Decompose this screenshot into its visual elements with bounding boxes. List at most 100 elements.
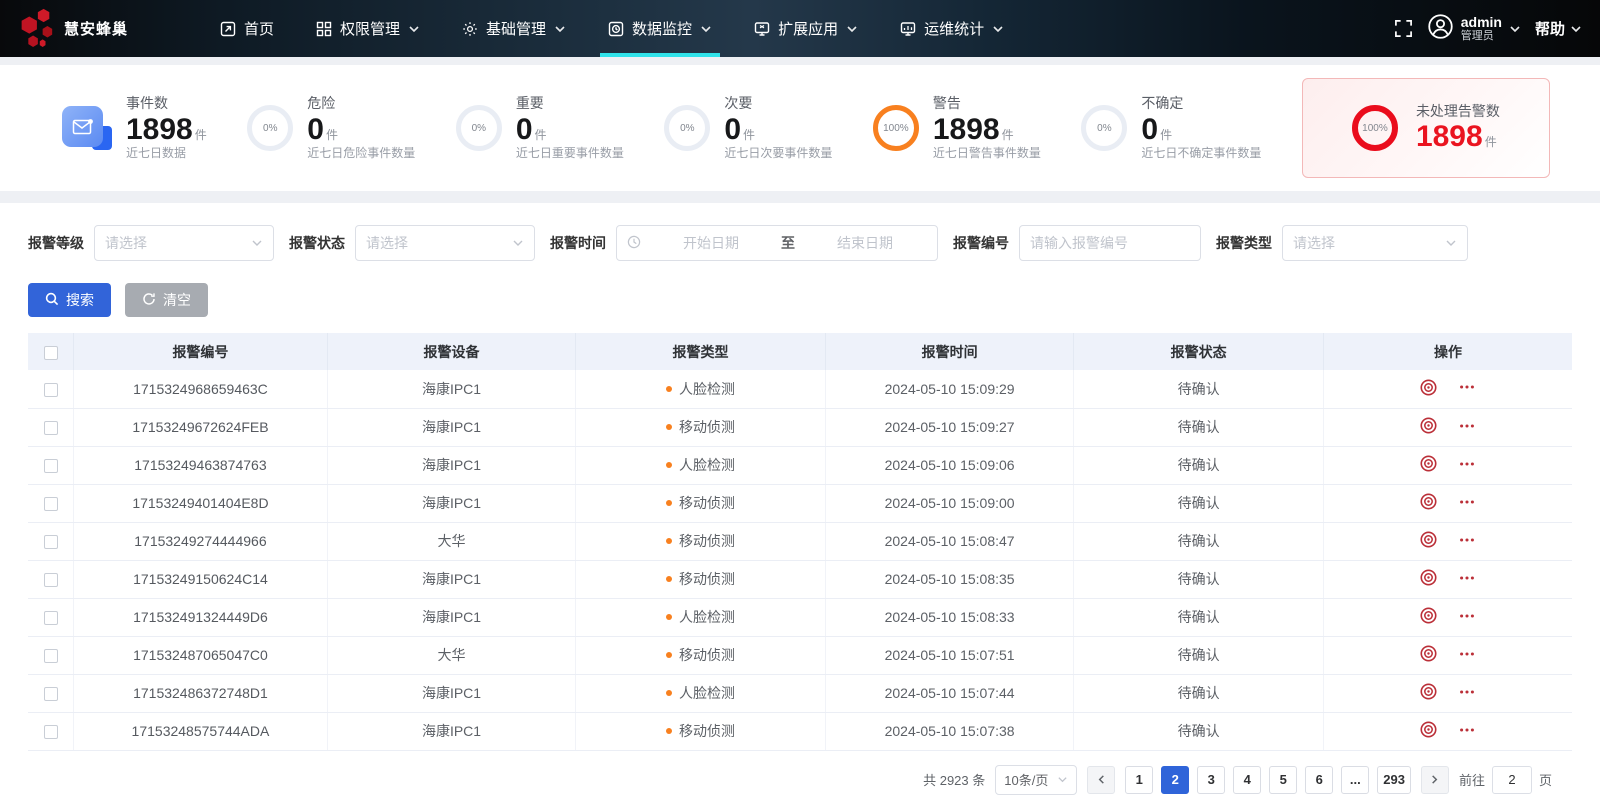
view-eye-icon[interactable] bbox=[1419, 682, 1438, 701]
clear-button[interactable]: 清空 bbox=[125, 283, 208, 317]
device-cell: 海康IPC1 bbox=[327, 712, 576, 750]
more-actions-icon[interactable] bbox=[1458, 645, 1476, 663]
row-checkbox[interactable] bbox=[44, 497, 58, 511]
status-cell: 待确认 bbox=[1074, 636, 1324, 674]
row-checkbox[interactable] bbox=[44, 573, 58, 587]
ops-cell bbox=[1323, 370, 1572, 408]
page-number-list: 123456... 293 bbox=[1125, 766, 1411, 794]
date-range-picker[interactable]: 开始日期 至 结束日期 bbox=[616, 225, 938, 261]
more-actions-icon[interactable] bbox=[1458, 531, 1476, 549]
page-number-button[interactable]: 4 bbox=[1233, 766, 1261, 794]
filter-type-select[interactable]: 请选择 bbox=[1282, 225, 1468, 261]
more-actions-icon[interactable] bbox=[1458, 721, 1476, 739]
page-ellipsis-button[interactable]: ... bbox=[1341, 766, 1369, 794]
view-eye-icon[interactable] bbox=[1419, 492, 1438, 511]
view-eye-icon[interactable] bbox=[1419, 378, 1438, 397]
fullscreen-icon[interactable] bbox=[1394, 19, 1413, 38]
stat-subtitle: 近七日数据 bbox=[126, 146, 207, 161]
row-checkbox[interactable] bbox=[44, 459, 58, 473]
more-actions-icon[interactable] bbox=[1458, 683, 1476, 701]
time-cell: 2024-05-10 15:09:29 bbox=[825, 370, 1074, 408]
filter-level-select[interactable]: 请选择 bbox=[94, 225, 274, 261]
start-date-placeholder[interactable]: 开始日期 bbox=[649, 233, 773, 253]
ops-cell bbox=[1323, 636, 1572, 674]
row-checkbox[interactable] bbox=[44, 383, 58, 397]
more-actions-icon[interactable] bbox=[1458, 378, 1476, 396]
view-eye-icon[interactable] bbox=[1419, 606, 1438, 625]
nav-item-label: 运维统计 bbox=[924, 18, 984, 39]
goto-page-input[interactable] bbox=[1492, 766, 1532, 794]
page-number-button[interactable]: 2 bbox=[1161, 766, 1189, 794]
progress-ring: 100% bbox=[873, 105, 919, 151]
search-icon bbox=[45, 292, 59, 309]
filter-status-select[interactable]: 请选择 bbox=[355, 225, 535, 261]
view-eye-icon[interactable] bbox=[1419, 530, 1438, 549]
type-dot-icon bbox=[666, 500, 672, 506]
row-select-cell bbox=[28, 560, 74, 598]
row-checkbox[interactable] bbox=[44, 421, 58, 435]
view-eye-icon[interactable] bbox=[1419, 568, 1438, 587]
next-page-button[interactable] bbox=[1421, 766, 1449, 794]
page-number-button[interactable]: 293 bbox=[1377, 766, 1411, 794]
top-navbar: 慧安蜂巢 首页权限管理基础管理数据监控扩展应用 运维统计 admin 管理员 bbox=[0, 0, 1600, 57]
filter-type-label: 报警类型 bbox=[1216, 233, 1272, 253]
stat-value: 1898件 bbox=[933, 113, 1041, 146]
help-menu[interactable]: 帮助 bbox=[1535, 18, 1582, 39]
stat-unit: 件 bbox=[326, 128, 338, 142]
end-date-placeholder[interactable]: 结束日期 bbox=[803, 233, 927, 253]
nav-item-1[interactable]: 权限管理 bbox=[302, 0, 434, 57]
table-row: 17153249401404E8D 海康IPC1 移动侦测 2024-05-10… bbox=[28, 484, 1572, 522]
nav-item-3[interactable]: 数据监控 bbox=[594, 0, 726, 57]
stat-item-5: 0% 不确定 0件 近七日不确定事件数量 bbox=[1081, 95, 1261, 161]
stat-subtitle: 近七日次要事件数量 bbox=[724, 146, 832, 161]
brand-logo: 慧安蜂巢 bbox=[14, 5, 192, 52]
view-eye-icon[interactable] bbox=[1419, 416, 1438, 435]
nav-item-4[interactable]: 扩展应用 bbox=[740, 0, 872, 57]
device-cell: 海康IPC1 bbox=[327, 560, 576, 598]
more-actions-icon[interactable] bbox=[1458, 417, 1476, 435]
ring-percent: 100% bbox=[1362, 123, 1388, 134]
row-checkbox[interactable] bbox=[44, 687, 58, 701]
type-cell: 人脸检测 bbox=[576, 446, 826, 484]
type-cell: 移动侦测 bbox=[576, 712, 826, 750]
page-number-button[interactable]: 3 bbox=[1197, 766, 1225, 794]
type-cell: 移动侦测 bbox=[576, 636, 826, 674]
page-size-select[interactable]: 10条/页 bbox=[995, 765, 1077, 795]
device-cell: 海康IPC1 bbox=[327, 370, 576, 408]
row-checkbox[interactable] bbox=[44, 611, 58, 625]
chevron-down-icon bbox=[992, 23, 1004, 35]
event-icon bbox=[62, 104, 112, 152]
progress-ring: 100% bbox=[1352, 105, 1398, 151]
row-select-cell bbox=[28, 484, 74, 522]
row-checkbox[interactable] bbox=[44, 535, 58, 549]
row-checkbox[interactable] bbox=[44, 649, 58, 663]
stat-value: 1898件 bbox=[1416, 120, 1500, 153]
nav-item-2[interactable]: 基础管理 bbox=[448, 0, 580, 57]
nav-item-5[interactable]: 运维统计 bbox=[886, 0, 1018, 57]
row-checkbox[interactable] bbox=[44, 725, 58, 739]
row-select-cell bbox=[28, 636, 74, 674]
page-number-button[interactable]: 5 bbox=[1269, 766, 1297, 794]
status-cell: 待确认 bbox=[1074, 560, 1324, 598]
stat-unit: 件 bbox=[1002, 128, 1014, 142]
nav-item-0[interactable]: 首页 bbox=[206, 0, 288, 57]
ring-percent: 0% bbox=[263, 123, 277, 134]
view-eye-icon[interactable] bbox=[1419, 644, 1438, 663]
prev-page-button[interactable] bbox=[1087, 766, 1115, 794]
alarm-number-input[interactable] bbox=[1030, 235, 1190, 251]
user-menu[interactable]: admin 管理员 bbox=[1427, 13, 1521, 45]
view-eye-icon[interactable] bbox=[1419, 454, 1438, 473]
alarm-id-cell: 17153249672624FEB bbox=[74, 408, 328, 446]
search-button[interactable]: 搜索 bbox=[28, 283, 111, 317]
main-panel: 报警等级 请选择 报警状态 请选择 报警时间 bbox=[0, 203, 1600, 807]
more-actions-icon[interactable] bbox=[1458, 607, 1476, 625]
filter-type-placeholder: 请选择 bbox=[1293, 233, 1335, 253]
page-number-button[interactable]: 6 bbox=[1305, 766, 1333, 794]
select-all-checkbox[interactable] bbox=[44, 346, 58, 360]
view-eye-icon[interactable] bbox=[1419, 720, 1438, 739]
more-actions-icon[interactable] bbox=[1458, 455, 1476, 473]
table-row: 17153249150624C14 海康IPC1 移动侦测 2024-05-10… bbox=[28, 560, 1572, 598]
page-number-button[interactable]: 1 bbox=[1125, 766, 1153, 794]
more-actions-icon[interactable] bbox=[1458, 493, 1476, 511]
more-actions-icon[interactable] bbox=[1458, 569, 1476, 587]
